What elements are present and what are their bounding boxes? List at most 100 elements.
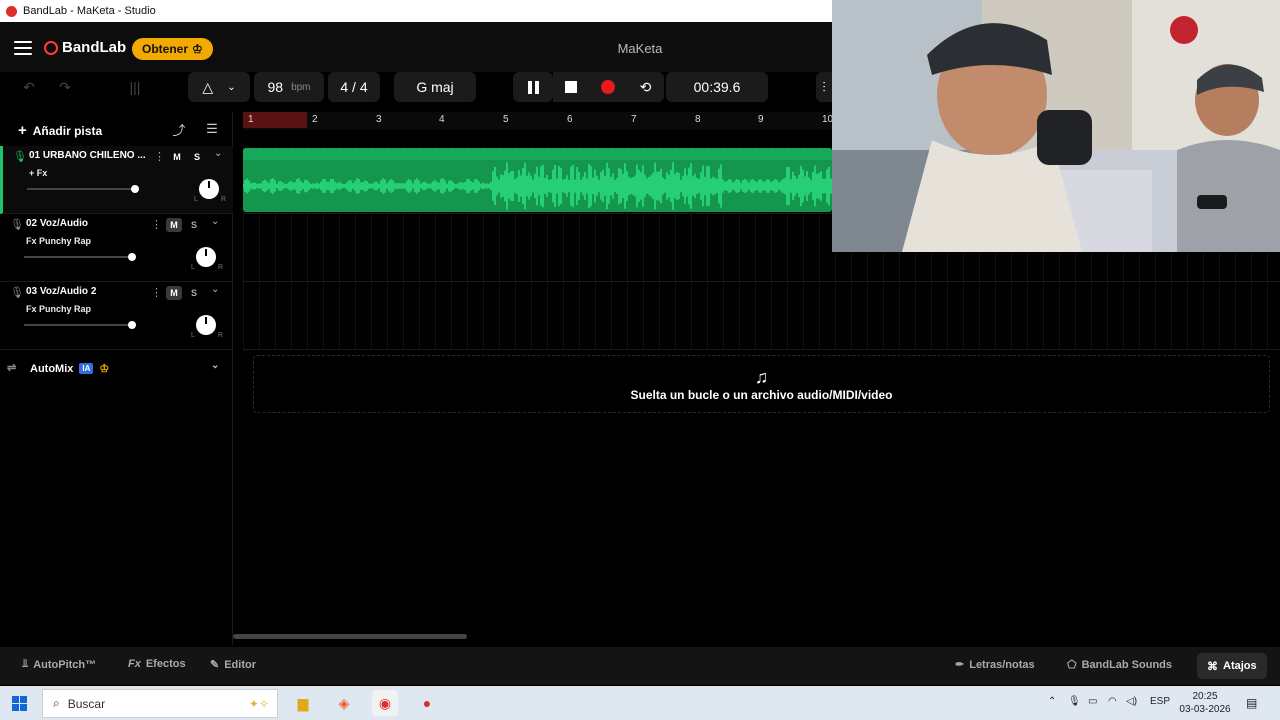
volume-slider[interactable] xyxy=(27,185,139,193)
key-selector[interactable]: G maj xyxy=(394,72,476,102)
bpm-value: 98 xyxy=(267,79,284,95)
metronome-button[interactable]: △ ⌄ xyxy=(188,72,250,102)
automix-row[interactable]: ⇌ AutoMix IA ♔ ⌄ xyxy=(0,358,233,380)
ruler-tick: 6 xyxy=(567,114,573,125)
solo-button[interactable]: S xyxy=(187,218,201,232)
track-lane[interactable] xyxy=(243,282,1280,350)
drop-zone[interactable]: ♫ Suelta un bucle o un archivo audio/MID… xyxy=(253,355,1270,413)
track-name[interactable]: 03 Voz/Audio 2 xyxy=(26,286,146,297)
brave-browser-icon[interactable]: ◈ xyxy=(331,690,357,716)
undo-icon[interactable]: ↶ xyxy=(14,72,44,102)
webcam-overlay xyxy=(832,0,1280,252)
add-track-button[interactable]: + Añadir pista xyxy=(18,122,102,139)
editor-label: Editor xyxy=(224,658,256,671)
track-name[interactable]: 02 Voz/Audio xyxy=(26,218,146,229)
atajos-button[interactable]: ⌘ Atajos xyxy=(1197,653,1267,679)
microphone-tray-icon[interactable]: 🎙 xyxy=(1068,696,1081,707)
volume-slider[interactable] xyxy=(24,321,136,329)
battery-icon[interactable]: ▭ xyxy=(1088,696,1097,707)
ruler-tick: 8 xyxy=(695,114,701,125)
pause-button[interactable] xyxy=(513,72,553,102)
notifications-icon[interactable]: ▤ xyxy=(1246,696,1257,710)
ruler-tick: 3 xyxy=(376,114,382,125)
track-settings-icon[interactable]: ☰ xyxy=(201,118,223,140)
pan-labels: LR xyxy=(191,264,223,271)
solo-button[interactable]: S xyxy=(187,286,201,300)
volume-slider-handle[interactable] xyxy=(128,253,136,261)
mute-button[interactable]: M xyxy=(169,150,185,164)
music-note-plus-icon: ♫ xyxy=(754,366,769,387)
automation-icon[interactable]: ⤴ xyxy=(168,118,190,140)
ruler-tick: 4 xyxy=(439,114,445,125)
chevron-up-icon[interactable]: ⌃ xyxy=(1048,696,1056,707)
recording-app-icon[interactable]: ● xyxy=(414,690,440,716)
loop-button[interactable]: ⟲ xyxy=(627,72,664,102)
crown-icon: ♔ xyxy=(99,363,110,375)
language-indicator[interactable]: ESP xyxy=(1150,696,1170,707)
bandlab-taskbar-icon[interactable]: ◉ xyxy=(372,690,398,716)
efectos-button[interactable]: Fx Efectos xyxy=(128,658,186,670)
track-options-icon[interactable]: ⋮ xyxy=(154,150,165,163)
chevron-down-icon[interactable]: ⌄ xyxy=(211,360,219,371)
atajos-label: Atajos xyxy=(1223,660,1257,672)
autopitch-icon: ⫫ xyxy=(22,658,29,670)
stop-button[interactable] xyxy=(553,72,589,102)
metronome-icon: △ xyxy=(202,78,214,95)
solo-button[interactable]: S xyxy=(190,150,204,164)
mute-button[interactable]: M xyxy=(166,286,182,300)
audio-clip[interactable] xyxy=(243,148,832,212)
track-options-icon[interactable]: ⋮ xyxy=(151,286,162,299)
obtener-button[interactable]: Obtener ♔ xyxy=(132,38,213,60)
ia-badge: IA xyxy=(79,363,94,374)
pan-right-label: R xyxy=(220,196,226,203)
track-row[interactable]: 🎙 03 Voz/Audio 2 Fx Punchy Rap ⋮ M S ⌄ L… xyxy=(0,282,233,350)
project-name[interactable]: MaKeta xyxy=(580,41,700,56)
timeline-ruler[interactable]: 1 2 3 4 5 6 7 8 9 10 xyxy=(243,112,833,130)
wifi-icon[interactable]: ◠ xyxy=(1108,696,1117,707)
volume-slider-handle[interactable] xyxy=(131,185,139,193)
taskbar-search[interactable]: ⌕ Buscar ✦✧ xyxy=(42,689,278,718)
feather-icon: ✒ xyxy=(955,659,965,671)
bandlab-sounds-button[interactable]: ⬠ BandLab Sounds xyxy=(1067,658,1172,672)
chevron-down-icon[interactable]: ⌄ xyxy=(214,148,222,159)
track-name[interactable]: 01 URBANO CHILENO ... xyxy=(29,150,149,161)
taskbar-clock[interactable]: 20:25 03-03-2026 xyxy=(1175,690,1235,716)
bandlab-logo-icon xyxy=(44,40,58,55)
horizontal-scrollbar[interactable] xyxy=(233,634,467,639)
track-fx[interactable]: Fx Punchy Rap xyxy=(26,236,91,246)
track-options-icon[interactable]: ⋮ xyxy=(151,218,162,231)
pan-labels: LR xyxy=(191,332,223,339)
menu-icon[interactable] xyxy=(14,41,32,55)
volume-slider-handle[interactable] xyxy=(128,321,136,329)
autopitch-button[interactable]: ⫫ AutoPitch™ xyxy=(22,658,96,671)
bandlab-logo[interactable]: BandLab xyxy=(44,39,126,56)
track-row[interactable]: 🎙 02 Voz/Audio Fx Punchy Rap ⋮ M S ⌄ LR xyxy=(0,214,233,282)
chevron-down-icon[interactable]: ⌄ xyxy=(211,284,219,295)
redo-icon[interactable]: ↷ xyxy=(50,72,80,102)
pan-right-label: R xyxy=(217,264,223,271)
speaker-icon[interactable]: ◁) xyxy=(1126,696,1137,707)
chevron-down-icon[interactable]: ⌄ xyxy=(211,216,219,227)
mute-button[interactable]: M xyxy=(166,218,182,232)
window-title: BandLab - MaKeta - Studio xyxy=(23,5,156,17)
clip-header xyxy=(243,148,832,160)
track-fx[interactable]: + Fx xyxy=(29,168,47,178)
track-row[interactable]: 🎙 01 URBANO CHILENO ... + Fx ⋮ M S ⌄ LR xyxy=(0,146,233,214)
editor-button[interactable]: ✎ Editor xyxy=(210,658,256,672)
volume-slider[interactable] xyxy=(24,253,136,261)
pause-icon xyxy=(527,80,539,94)
file-explorer-icon[interactable]: ▆ xyxy=(290,690,316,716)
mixer-icon[interactable]: ⫶ xyxy=(816,72,832,102)
clock-time: 20:25 xyxy=(1192,691,1218,702)
pan-left-label: L xyxy=(191,264,195,271)
letras-button[interactable]: ✒ Letras/notas xyxy=(955,658,1035,672)
bpm-control[interactable]: 98 bpm xyxy=(254,72,324,102)
efectos-label: Efectos xyxy=(145,658,186,670)
windows-start-icon[interactable] xyxy=(12,696,27,711)
automix-label: AutoMix xyxy=(30,362,74,375)
track-fx[interactable]: Fx Punchy Rap xyxy=(26,304,91,314)
record-button[interactable] xyxy=(589,72,627,102)
piano-keyboard-icon[interactable]: ||| xyxy=(118,72,152,102)
time-signature[interactable]: 4 / 4 xyxy=(328,72,380,102)
automix-title: AutoMix IA ♔ xyxy=(30,362,110,376)
